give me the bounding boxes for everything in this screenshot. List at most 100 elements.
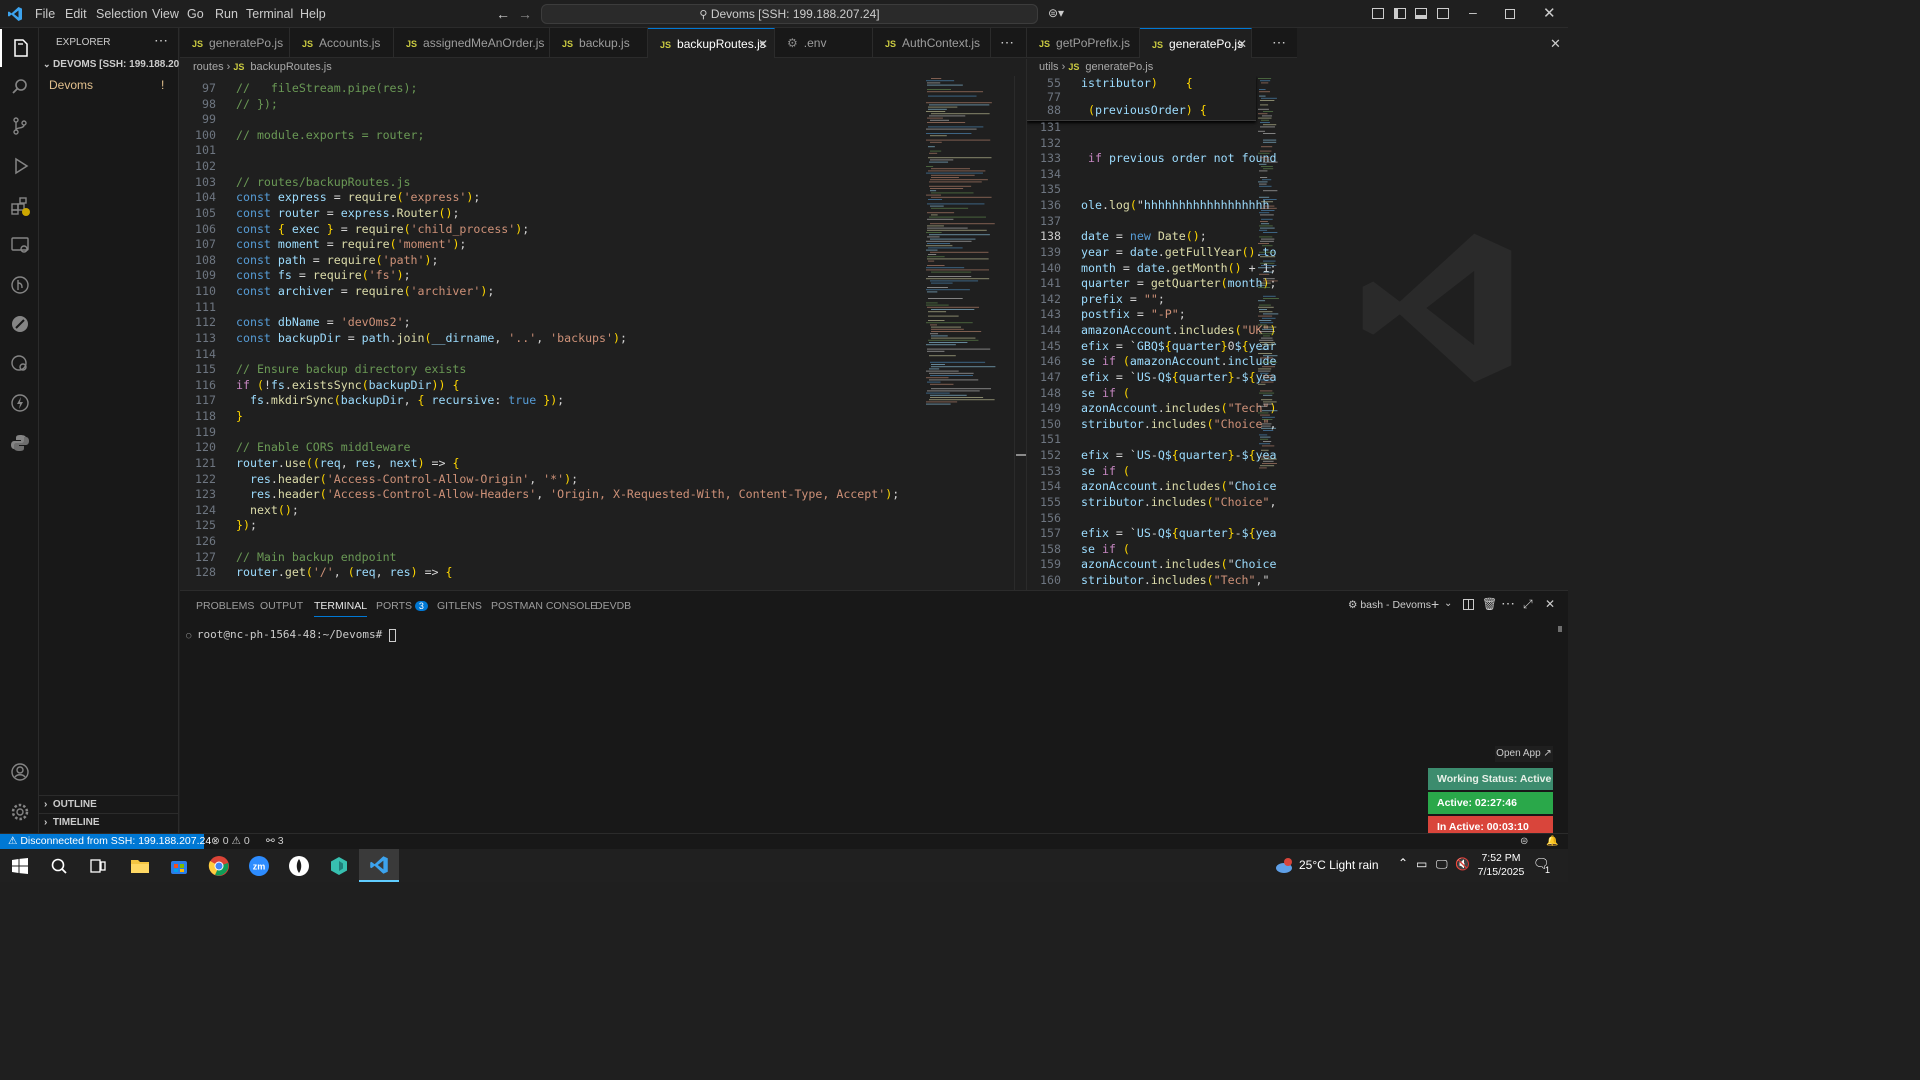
code-line[interactable]: 153 se if ( [1027, 464, 1256, 480]
code-line[interactable]: 137 [1027, 214, 1256, 230]
code-line[interactable]: 157 efix = `US-Q${quarter}-${yea [1027, 526, 1276, 542]
right-minimap[interactable] [1256, 76, 1297, 476]
outline-section[interactable]: › OUTLINE [39, 795, 179, 813]
code-text[interactable]: amazonAccount.includes("UK") [1081, 323, 1276, 339]
forward-arrow-icon[interactable]: → [518, 6, 532, 22]
more-actions-icon[interactable]: ⋯ [1501, 595, 1515, 612]
app-hex-icon[interactable] [319, 849, 359, 882]
left-scrollbar[interactable] [1014, 76, 1026, 590]
minimize-icon[interactable]: – [1469, 4, 1477, 20]
code-text[interactable]: month = date.getMonth() + 1; [1081, 261, 1277, 277]
code-line[interactable]: 140 month = date.getMonth() + 1; [1027, 261, 1276, 277]
problems-indicator[interactable]: ⊗ 0 ⚠ 0 [211, 834, 250, 849]
database-search-icon[interactable] [0, 345, 39, 383]
code-line[interactable]: 118} [180, 409, 920, 425]
close-window-icon[interactable]: ✕ [1543, 4, 1556, 22]
tab-generatepo[interactable]: JS generatePo.js [180, 28, 290, 58]
code-line[interactable]: 133 if previous order not found [1027, 151, 1276, 167]
code-text[interactable]: se if (amazonAccount.include [1081, 354, 1277, 370]
code-text[interactable]: // module.exports = router; [236, 128, 424, 144]
code-text[interactable]: azonAccount.includes("Choice [1081, 557, 1276, 573]
more-actions-icon[interactable]: ⋯ [154, 32, 168, 49]
code-line[interactable]: 142 prefix = ""; [1027, 292, 1256, 308]
code-text[interactable]: stributor.includes("Tech"," [1081, 573, 1270, 589]
code-text[interactable]: prefix = ""; [1081, 292, 1165, 308]
code-line[interactable]: 109 const fs = require('fs'); [180, 268, 920, 284]
tab-problems[interactable]: PROBLEMS [196, 591, 254, 621]
code-line[interactable]: 151 [1027, 432, 1256, 448]
code-line[interactable]: 125}); [180, 518, 920, 534]
code-line[interactable]: 113 const backupDir = path.join(__dirname… [180, 331, 920, 347]
code-text[interactable]: efix = `US-Q${quarter}-${yea [1081, 526, 1277, 542]
code-text[interactable]: stributor.includes("Choice", [1081, 417, 1276, 433]
menu-selection[interactable]: Selection [90, 0, 153, 28]
code-line[interactable]: 115 // Ensure backup directory exists [180, 362, 920, 378]
chevron-down-icon[interactable]: ⌄ [1444, 598, 1452, 609]
more-actions-icon[interactable]: ⋯ [1272, 34, 1286, 51]
more-tabs-icon[interactable]: ⋯ [1000, 34, 1014, 51]
code-line[interactable]: 99 [180, 112, 920, 128]
code-line[interactable]: 135 [1027, 182, 1256, 198]
volume-muted-icon[interactable]: 🔇 [1455, 857, 1470, 871]
explorer-icon[interactable] [0, 29, 39, 67]
code-line[interactable]: 88 (previousOrder) { [1027, 103, 1256, 119]
left-minimap[interactable] [924, 76, 1014, 416]
terminal-instance[interactable]: ⚙ bash - Devoms [1348, 599, 1431, 611]
breadcrumb-file[interactable]: backupRoutes.js [250, 61, 331, 73]
tab-backup[interactable]: JS backup.js [550, 28, 648, 58]
code-text[interactable]: efix = `GBQ${quarter}0${year [1081, 339, 1277, 355]
code-text[interactable]: fs.mkdirSync(backupDir, { recursive: tru… [236, 393, 564, 409]
copilot-icon[interactable]: ⊜▾ [1048, 6, 1064, 20]
code-text[interactable]: se if ( [1081, 542, 1130, 558]
windows-start-icon[interactable] [0, 849, 40, 882]
code-text[interactable]: router.get('/', (req, res) => { [236, 565, 453, 581]
code-text[interactable]: const moment = require('moment'); [236, 237, 466, 253]
code-line[interactable]: 101 [180, 143, 920, 159]
tab-output[interactable]: OUTPUT [260, 591, 303, 621]
tab-getpoprefix[interactable]: JS getPoPrefix.js [1027, 28, 1140, 58]
ports-indicator[interactable]: ⚯ 3 [266, 834, 284, 849]
code-text[interactable]: postfix = "-P"; [1081, 307, 1186, 323]
lightning-icon[interactable] [0, 384, 39, 422]
trash-icon[interactable]: 🗑 [1482, 597, 1497, 611]
network-icon[interactable]: 🖵 [1436, 857, 1448, 872]
file-explorer-icon[interactable] [120, 849, 160, 882]
code-line[interactable]: 112 const dbName = 'devOms2'; [180, 315, 920, 331]
breadcrumb-folder[interactable]: utils [1039, 61, 1059, 73]
code-line[interactable]: 104 const express = require('express'); [180, 190, 920, 206]
code-line[interactable]: 159 azonAccount.includes("Choice [1027, 557, 1276, 573]
python-icon[interactable] [0, 424, 39, 462]
sticky-scroll[interactable]: 55 istributor) {77 88 (previousOrder) { [1027, 76, 1256, 121]
tab-devdb[interactable]: DEVDB [595, 591, 631, 621]
code-line[interactable]: 138 date = new Date(); [1027, 229, 1256, 245]
clock[interactable]: 7:52 PM 7/15/2025 [1476, 851, 1526, 879]
code-text[interactable]: next(); [236, 503, 299, 519]
tab-ports[interactable]: PORTS 3 [376, 591, 428, 621]
customize-layout-icon[interactable] [1372, 8, 1384, 19]
code-text[interactable]: // Main backup endpoint [236, 550, 397, 566]
scrollbar-thumb[interactable] [1016, 454, 1026, 456]
code-line[interactable]: 77 [1027, 90, 1256, 104]
code-text[interactable]: if (!fs.existsSync(backupDir)) { [236, 378, 459, 394]
code-line[interactable]: 123 res.header('Access-Control-Allow-Hea… [180, 487, 920, 503]
task-view-icon[interactable] [78, 849, 118, 882]
code-line[interactable]: 160 stributor.includes("Tech"," [1027, 573, 1269, 589]
code-line[interactable]: 139 year = date.getFullYear().to [1027, 245, 1276, 261]
code-line[interactable]: 134 [1027, 167, 1256, 183]
menu-file[interactable]: File [29, 0, 61, 28]
open-app-button[interactable]: Open App ↗ [1495, 746, 1553, 762]
weather-text[interactable]: 25°C Light rain [1299, 858, 1379, 872]
code-text[interactable]: const dbName = 'devOms2'; [236, 315, 411, 331]
code-line[interactable]: 121 router.use((req, res, next) => { [180, 456, 920, 472]
command-center[interactable]: ⚲ Devoms [SSH: 199.188.207.24] [541, 4, 1038, 24]
menu-edit[interactable]: Edit [59, 0, 93, 28]
code-text[interactable]: const { exec } = require('child_process'… [236, 222, 529, 238]
copilot-status-icon[interactable]: ⊜ [1520, 834, 1528, 849]
code-text[interactable]: ole.log("hhhhhhhhhhhhhhhhhh [1081, 198, 1270, 214]
code-line[interactable]: 124 next(); [180, 503, 920, 519]
app-circle-icon[interactable] [279, 849, 319, 882]
maximize-panel-icon[interactable]: ⤢ [1523, 597, 1533, 612]
battery-icon[interactable]: ▭ [1416, 857, 1427, 871]
menu-terminal[interactable]: Terminal [240, 0, 299, 28]
code-text[interactable]: quarter = getQuarter(month); [1081, 276, 1277, 292]
